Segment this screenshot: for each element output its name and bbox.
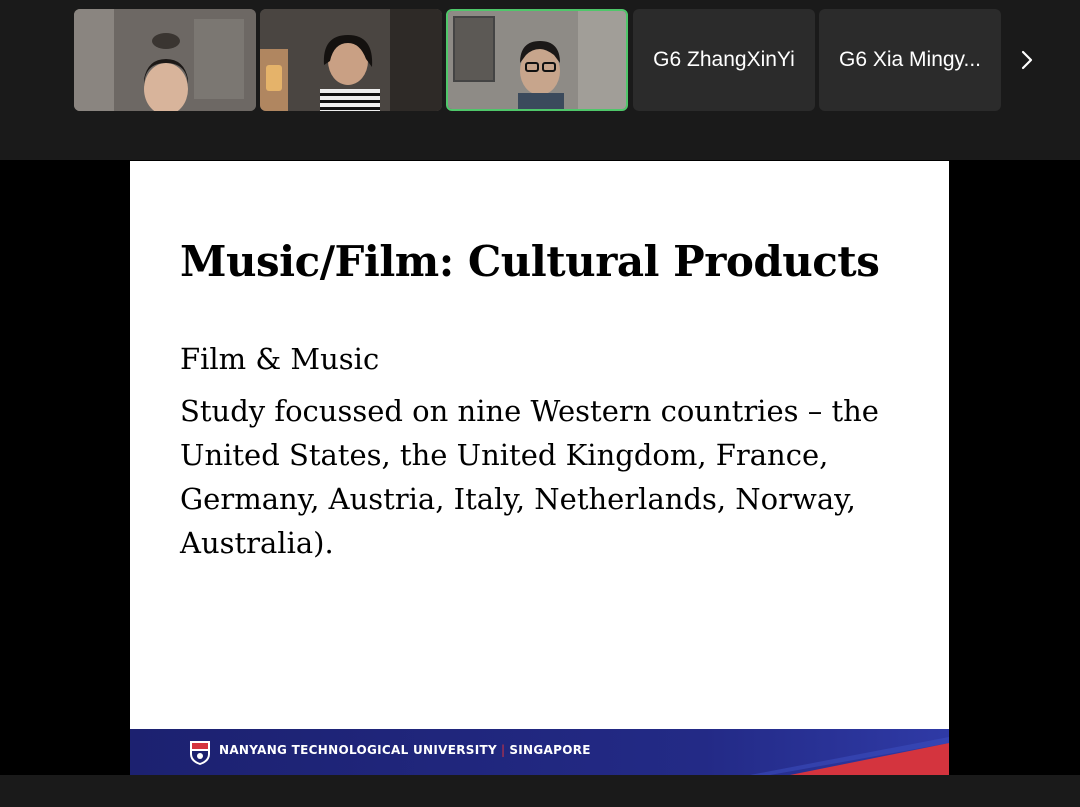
bottom-bar [0, 775, 1080, 807]
ntu-crest-logo [190, 741, 210, 765]
participant-name-tile-5[interactable]: G6 Xia Mingy... [819, 9, 1001, 111]
footer-university-label: NANYANG TECHNOLOGICAL UNIVERSITY | SINGAPO… [219, 743, 591, 757]
slide-title: Music/Film: Cultural Products [180, 237, 880, 286]
slide-body: Film & Music Study focussed on nine West… [180, 337, 920, 573]
slide-paragraph: Film & Music [180, 342, 380, 376]
participant-video-tile-3-active[interactable] [446, 9, 628, 111]
slide-footer-banner: NANYANG TECHNOLOGICAL UNIVERSITY | SINGAPO… [130, 729, 949, 775]
footer-location: SINGAPORE [509, 743, 591, 757]
participant-video-tile-1[interactable] [74, 9, 256, 111]
slide-paragraph: Study focussed on nine Western countries… [180, 394, 879, 560]
footer-university-name: NANYANG TECHNOLOGICAL UNIVERSITY [219, 743, 497, 757]
participant-video-3 [448, 11, 626, 109]
participant-video-1 [74, 9, 256, 111]
chevron-right-icon [1021, 50, 1033, 70]
participant-name: G6 Xia Mingy... [839, 48, 981, 71]
participant-video-2 [260, 9, 442, 111]
shared-screen-slide: Music/Film: Cultural Products Film & Mus… [130, 161, 949, 775]
participant-name: G6 ZhangXinYi [653, 48, 795, 71]
participant-video-tile-2[interactable] [260, 9, 442, 111]
participant-name-tile-4[interactable]: G6 ZhangXinYi [633, 9, 815, 111]
gallery-next-button[interactable] [1012, 42, 1042, 78]
participant-gallery-strip: G6 ZhangXinYi G6 Xia Mingy... [0, 0, 1080, 160]
footer-separator: | [500, 743, 506, 757]
